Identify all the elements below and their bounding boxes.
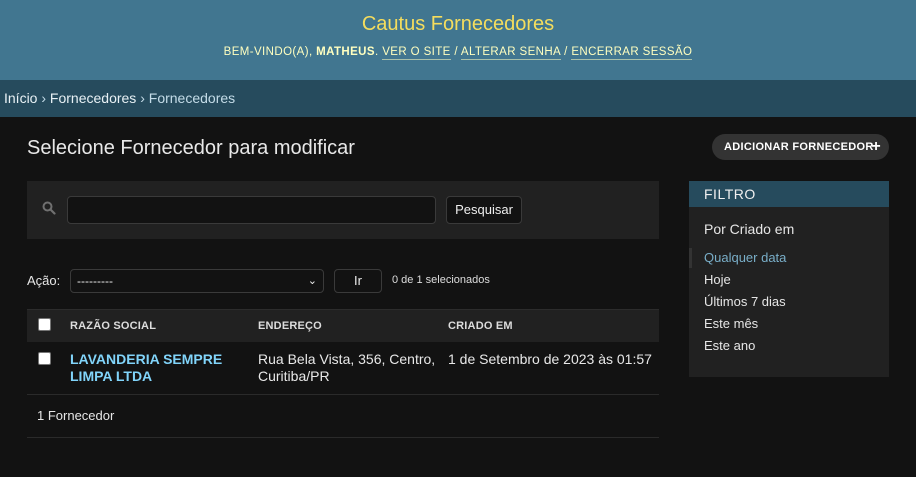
logout-link[interactable]: ENCERRAR SESSÃO (571, 46, 693, 60)
site-title[interactable]: Cautus Fornecedores (0, 13, 916, 36)
welcome-period: . (374, 46, 379, 58)
username: MATHEUS (316, 46, 375, 58)
chevron-down-icon: ⌄ (307, 275, 317, 287)
address-line2: Curitiba/PR (258, 368, 330, 384)
breadcrumb-home[interactable]: Início (4, 90, 37, 106)
breadcrumb-separator: › (140, 90, 145, 106)
column-header-address[interactable]: ENDEREÇO (258, 320, 322, 332)
breadcrumb-app[interactable]: Fornecedores (50, 90, 136, 106)
breadcrumb-separator: › (41, 90, 47, 106)
plus-icon: + (871, 138, 881, 155)
table-row: LAVANDERIA SEMPRE LIMPA LTDA Rua Bela Vis… (27, 341, 659, 395)
supplier-name-cell: LAVANDERIA SEMPRE LIMPA LTDA (70, 351, 222, 385)
supplier-name-line1: LAVANDERIA SEMPRE (70, 351, 223, 367)
welcome-text: BEM-VINDO(A), (223, 46, 313, 58)
change-password-link[interactable]: ALTERAR SENHA (460, 46, 561, 60)
supplier-name-line2: LIMPA LTDA (70, 368, 153, 384)
action-label: Ação: (27, 273, 61, 288)
action-select[interactable]: --------- ⌄ (70, 269, 324, 293)
add-supplier-button[interactable]: ADICIONAR FORNECEDOR + (712, 134, 889, 160)
column-header-name[interactable]: RAZÃO SOCIAL (70, 320, 156, 332)
selection-counter: 0 de 1 selecionados (392, 274, 490, 286)
filter-option-today[interactable]: Hoje (704, 272, 731, 287)
search-input[interactable] (67, 196, 436, 224)
go-button[interactable]: Ir (334, 269, 382, 293)
filter-option-any-date[interactable]: Qualquer data (704, 250, 786, 265)
created-cell: 1 de Setembro de 2023 às 01:57 (448, 351, 652, 367)
filter-panel: FILTRO Por Criado em Qualquer data Hoje … (689, 181, 889, 377)
breadcrumb: Início › Fornecedores › Fornecedores (0, 80, 916, 117)
search-bar: Pesquisar (27, 181, 659, 239)
separator: / (564, 46, 568, 58)
filter-heading: Por Criado em (704, 221, 795, 237)
filter-option-this-month[interactable]: Este mês (704, 316, 758, 331)
filter-selected-indicator (689, 248, 692, 268)
filter-option-this-year[interactable]: Este ano (704, 338, 755, 353)
filter-title: FILTRO (689, 181, 889, 207)
page-title: Selecione Fornecedor para modificar (27, 137, 355, 159)
user-tools: BEM-VINDO(A), MATHEUS. VER O SITE / ALTE… (0, 46, 916, 60)
table-header: RAZÃO SOCIAL ENDEREÇO CRIADO EM (27, 309, 659, 342)
breadcrumb-current: Fornecedores (148, 90, 236, 106)
column-header-created[interactable]: CRIADO EM (448, 320, 513, 332)
address-cell: Rua Bela Vista, 356, Centro, Curitiba/PR (258, 351, 435, 385)
search-icon (42, 201, 56, 215)
view-site-link[interactable]: VER O SITE (382, 46, 451, 60)
separator: / (454, 46, 458, 58)
supplier-link[interactable]: LAVANDERIA SEMPRE LIMPA LTDA (70, 351, 222, 384)
row-checkbox[interactable] (38, 352, 51, 365)
add-supplier-label: ADICIONAR FORNECEDOR (724, 141, 874, 153)
action-select-value: --------- (77, 274, 113, 288)
site-header: Cautus Fornecedores BEM-VINDO(A), MATHEU… (0, 0, 916, 80)
search-button[interactable]: Pesquisar (446, 196, 522, 224)
address-line1: Rua Bela Vista, 356, Centro, (258, 351, 436, 367)
divider (27, 437, 659, 438)
result-count: 1 Fornecedor (37, 408, 115, 423)
filter-option-last-7-days[interactable]: Últimos 7 dias (704, 294, 786, 309)
select-all-checkbox[interactable] (38, 318, 51, 331)
